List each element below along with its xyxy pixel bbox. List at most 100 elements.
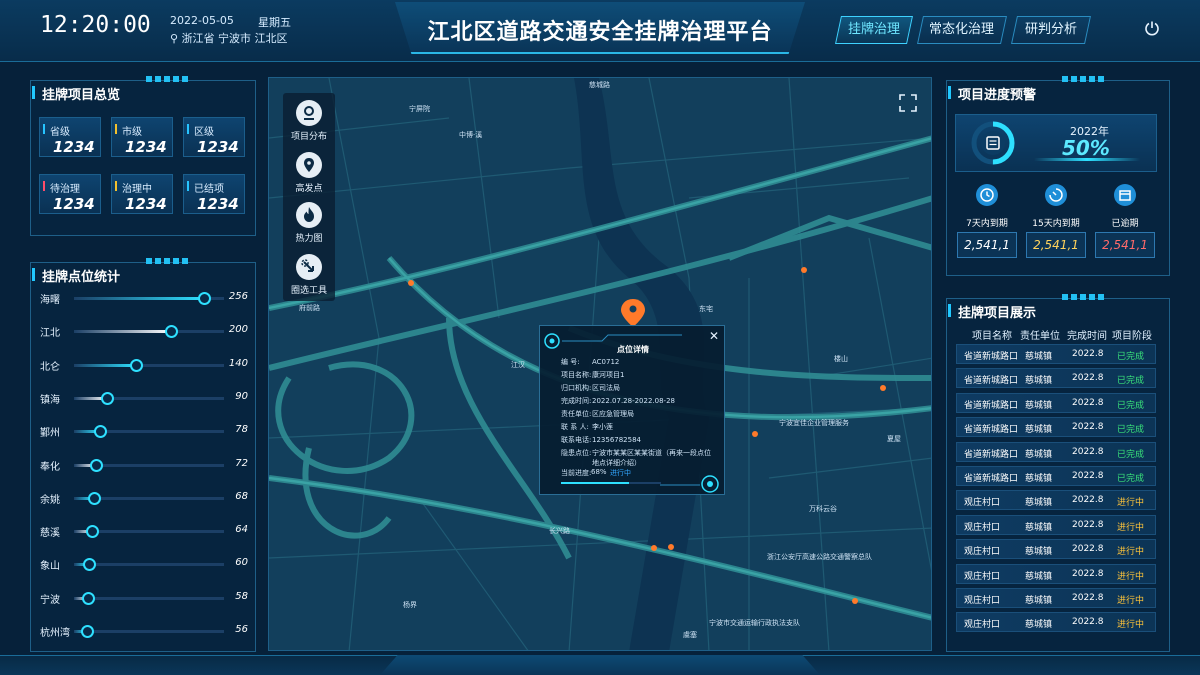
overview-card: 省级 1234: [39, 117, 101, 157]
row-unit: 慈城镇: [1025, 547, 1053, 558]
warning-value: 2,541,1: [1026, 232, 1086, 258]
tool-lasso-select[interactable]: 圈选工具: [284, 254, 334, 296]
row-stage: 进行中: [1117, 547, 1145, 558]
table-header-name: 项目名称: [972, 331, 1012, 342]
row-unit: 慈城镇: [1025, 425, 1053, 436]
popup-row-label: 完成时间:: [561, 397, 592, 405]
row-name: 省道新城路口: [964, 474, 1019, 484]
popup-row-label: 责任单位:: [561, 410, 592, 418]
row-name: 观庄村口: [964, 596, 1001, 606]
close-icon[interactable]: ✕: [709, 330, 719, 342]
row-name: 省道新城路口: [964, 352, 1019, 362]
card-marker: [115, 181, 117, 191]
table-header-unit: 责任单位: [1020, 331, 1060, 342]
table-row[interactable]: 省道新城路口 慈城镇 2022.8 已完成: [956, 466, 1156, 486]
ranking-track: [74, 596, 224, 600]
ranking-knob: [90, 458, 103, 472]
row-time: 2022.8: [1072, 568, 1104, 579]
ranking-name: 宁波: [40, 594, 60, 606]
ranking-knob: [198, 292, 211, 305]
ranking-fill: [74, 330, 171, 334]
popup-progress-fill: [561, 482, 629, 484]
table-row[interactable]: 观庄村口 慈城镇 2022.8 进行中: [956, 539, 1156, 560]
tool-heatmap[interactable]: 热力图: [284, 202, 334, 244]
popup-row-label: 归口机构:: [561, 384, 592, 392]
overview-card: 待治理 1234: [39, 174, 101, 214]
popup-row-value: 宁波市某某区某某街道（再来一段点位地点详细介绍）: [592, 449, 711, 467]
panel-decoration: [146, 76, 190, 82]
card-value: 1234: [53, 195, 95, 213]
ranking-name: 北仑: [40, 361, 60, 373]
ranking-knob: [82, 591, 95, 605]
progress-underline: [1034, 158, 1140, 161]
overview-card: 已结项 1234: [183, 174, 245, 214]
card-value: 1234: [197, 195, 239, 213]
row-stage: 已完成: [1117, 474, 1145, 484]
ranking-name: 镇海: [40, 394, 60, 406]
panel-decoration: [1062, 294, 1106, 300]
row-stage: 已完成: [1117, 449, 1145, 460]
fullscreen-icon[interactable]: [899, 94, 917, 112]
popup-footer-decoration: [660, 475, 719, 493]
card-label: 省级: [50, 127, 70, 138]
table-row[interactable]: 省道新城路口 慈城镇 2022.8 已完成: [956, 344, 1156, 364]
clock-icon: [976, 184, 998, 210]
row-unit: 慈城镇: [1025, 498, 1053, 509]
table-row[interactable]: 观庄村口 慈城镇 2022.8 进行中: [956, 490, 1156, 511]
table-row[interactable]: 省道新城路口 慈城镇 2022.8 已完成: [956, 392, 1156, 413]
tab-label: 挂牌治理: [847, 22, 900, 37]
popup-row-value: 康河项目1: [592, 371, 625, 379]
row-name: 观庄村口: [964, 620, 1001, 631]
map-label: 楼山: [834, 355, 848, 363]
popup-progress-label: 当前进度:: [561, 469, 592, 477]
table-header-time: 完成时间: [1067, 331, 1107, 342]
popup-row-value: 12356782584: [592, 436, 641, 444]
popup-progress-value: 68%: [591, 468, 607, 476]
popup-row-label: 联系电话:: [561, 436, 592, 444]
date-text: 2022-05-05: [170, 14, 234, 27]
row-stage: 已完成: [1117, 376, 1145, 387]
table-row[interactable]: 观庄村口 慈城镇 2022.8 进行中: [956, 588, 1156, 608]
overview-title: 挂牌项目总览: [42, 88, 121, 103]
tab-guapai-zhili[interactable]: 挂牌治理: [835, 16, 913, 44]
table-row[interactable]: 省道新城路口 慈城镇 2022.8 已完成: [956, 441, 1156, 462]
row-time: 2022.8: [1072, 471, 1104, 481]
row-unit: 慈城镇: [1025, 474, 1053, 484]
table-header-stage: 项目阶段: [1112, 331, 1152, 342]
card-value: 1234: [53, 138, 95, 156]
tool-label: 项目分布: [290, 132, 327, 142]
ranking-name: 慈溪: [40, 528, 60, 540]
tab-yanpan-fenxi[interactable]: 研判分析: [1011, 16, 1091, 44]
row-time: 2022.8: [1072, 373, 1104, 384]
table-row[interactable]: 观庄村口 慈城镇 2022.8 进行中: [956, 612, 1156, 633]
tool-project-distribution[interactable]: 项目分布: [284, 100, 334, 142]
row-unit: 慈城镇: [1025, 571, 1053, 582]
power-icon[interactable]: [1144, 20, 1160, 36]
row-name: 观庄村口: [964, 522, 1001, 533]
map-label: 杨界: [403, 601, 417, 609]
row-stage: 已完成: [1117, 400, 1145, 411]
table-row[interactable]: 省道新城路口 慈城镇 2022.8 已完成: [956, 417, 1156, 438]
row-time: 2022.8: [1072, 446, 1104, 457]
ranking-name: 杭州湾: [40, 628, 70, 639]
table-row[interactable]: 观庄村口 慈城镇 2022.8 进行中: [956, 514, 1156, 535]
popup-progress-status: 进行中: [610, 469, 631, 477]
table-row[interactable]: 省道新城路口 慈城镇 2022.8 已完成: [956, 368, 1156, 389]
card-marker: [43, 181, 45, 191]
tab-label: 研判分析: [1024, 22, 1077, 37]
ranking-name: 象山: [40, 561, 60, 573]
progress-ring: [971, 121, 1015, 165]
row-unit: 慈城镇: [1025, 376, 1053, 387]
location-pin-icon: ⚲: [170, 32, 179, 45]
table-row[interactable]: 观庄村口 慈城镇 2022.8 进行中: [956, 563, 1156, 584]
ranking-knob: [88, 491, 101, 505]
card-marker: [187, 124, 189, 134]
projects-title: 挂牌项目展示: [958, 306, 1037, 321]
map-label: 宁屏院: [409, 105, 430, 113]
row-time: 2022.8: [1072, 593, 1104, 603]
tab-changtaihua-zhili[interactable]: 常态化治理: [917, 16, 1007, 44]
tool-hotspot[interactable]: 高发点: [284, 152, 334, 194]
clock: 12:20:00: [40, 12, 151, 38]
overview-card: 区级 1234: [183, 117, 245, 157]
card-label: 待治理: [50, 184, 80, 195]
